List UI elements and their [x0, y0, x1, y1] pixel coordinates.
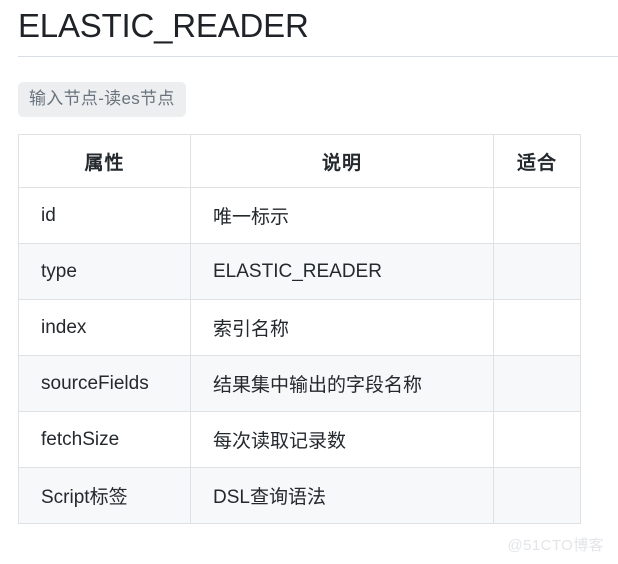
site-watermark: @51CTO博客 — [507, 537, 604, 554]
cell-description: 结果集中输出的字段名称 — [190, 355, 494, 412]
table-row: fetchSize 每次读取记录数 — [18, 411, 581, 468]
cell-attribute: id — [18, 187, 191, 244]
node-type-badge: 输入节点-读es节点 — [18, 82, 186, 117]
cell-suitable — [493, 467, 581, 524]
table-row: id 唯一标示 — [18, 187, 581, 244]
cell-suitable — [493, 187, 581, 244]
column-header-description: 说明 — [190, 134, 494, 188]
column-header-attribute: 属性 — [18, 134, 191, 188]
document-page: ELASTIC_READER 输入节点-读es节点 属性 说明 适合 id 唯一… — [0, 0, 618, 564]
cell-description: 唯一标示 — [190, 187, 494, 244]
cell-attribute: type — [18, 243, 191, 300]
cell-attribute: index — [18, 299, 191, 356]
cell-suitable — [493, 299, 581, 356]
cell-suitable — [493, 355, 581, 412]
cell-suitable — [493, 411, 581, 468]
cell-description: ELASTIC_READER — [190, 243, 494, 300]
table-row: index 索引名称 — [18, 299, 581, 356]
table-row: sourceFields 结果集中输出的字段名称 — [18, 355, 581, 412]
cell-attribute: fetchSize — [18, 411, 191, 468]
table-header-row: 属性 说明 适合 — [18, 134, 581, 188]
cell-suitable — [493, 243, 581, 300]
cell-description: 每次读取记录数 — [190, 411, 494, 468]
table-body: id 唯一标示 type ELASTIC_READER index 索引名称 s… — [18, 187, 581, 524]
table-row: type ELASTIC_READER — [18, 243, 581, 300]
cell-attribute: sourceFields — [18, 355, 191, 412]
badge-row: 输入节点-读es节点 — [18, 57, 618, 134]
page-title: ELASTIC_READER — [18, 7, 309, 44]
cell-attribute: Script标签 — [18, 467, 191, 524]
table-row: Script标签 DSL查询语法 — [18, 467, 581, 524]
table-header: 属性 说明 适合 — [18, 134, 581, 188]
column-header-suitable: 适合 — [493, 134, 581, 188]
cell-description: DSL查询语法 — [190, 467, 494, 524]
attributes-table: 属性 说明 适合 id 唯一标示 type ELASTIC_READER ind… — [18, 134, 581, 524]
cell-description: 索引名称 — [190, 299, 494, 356]
